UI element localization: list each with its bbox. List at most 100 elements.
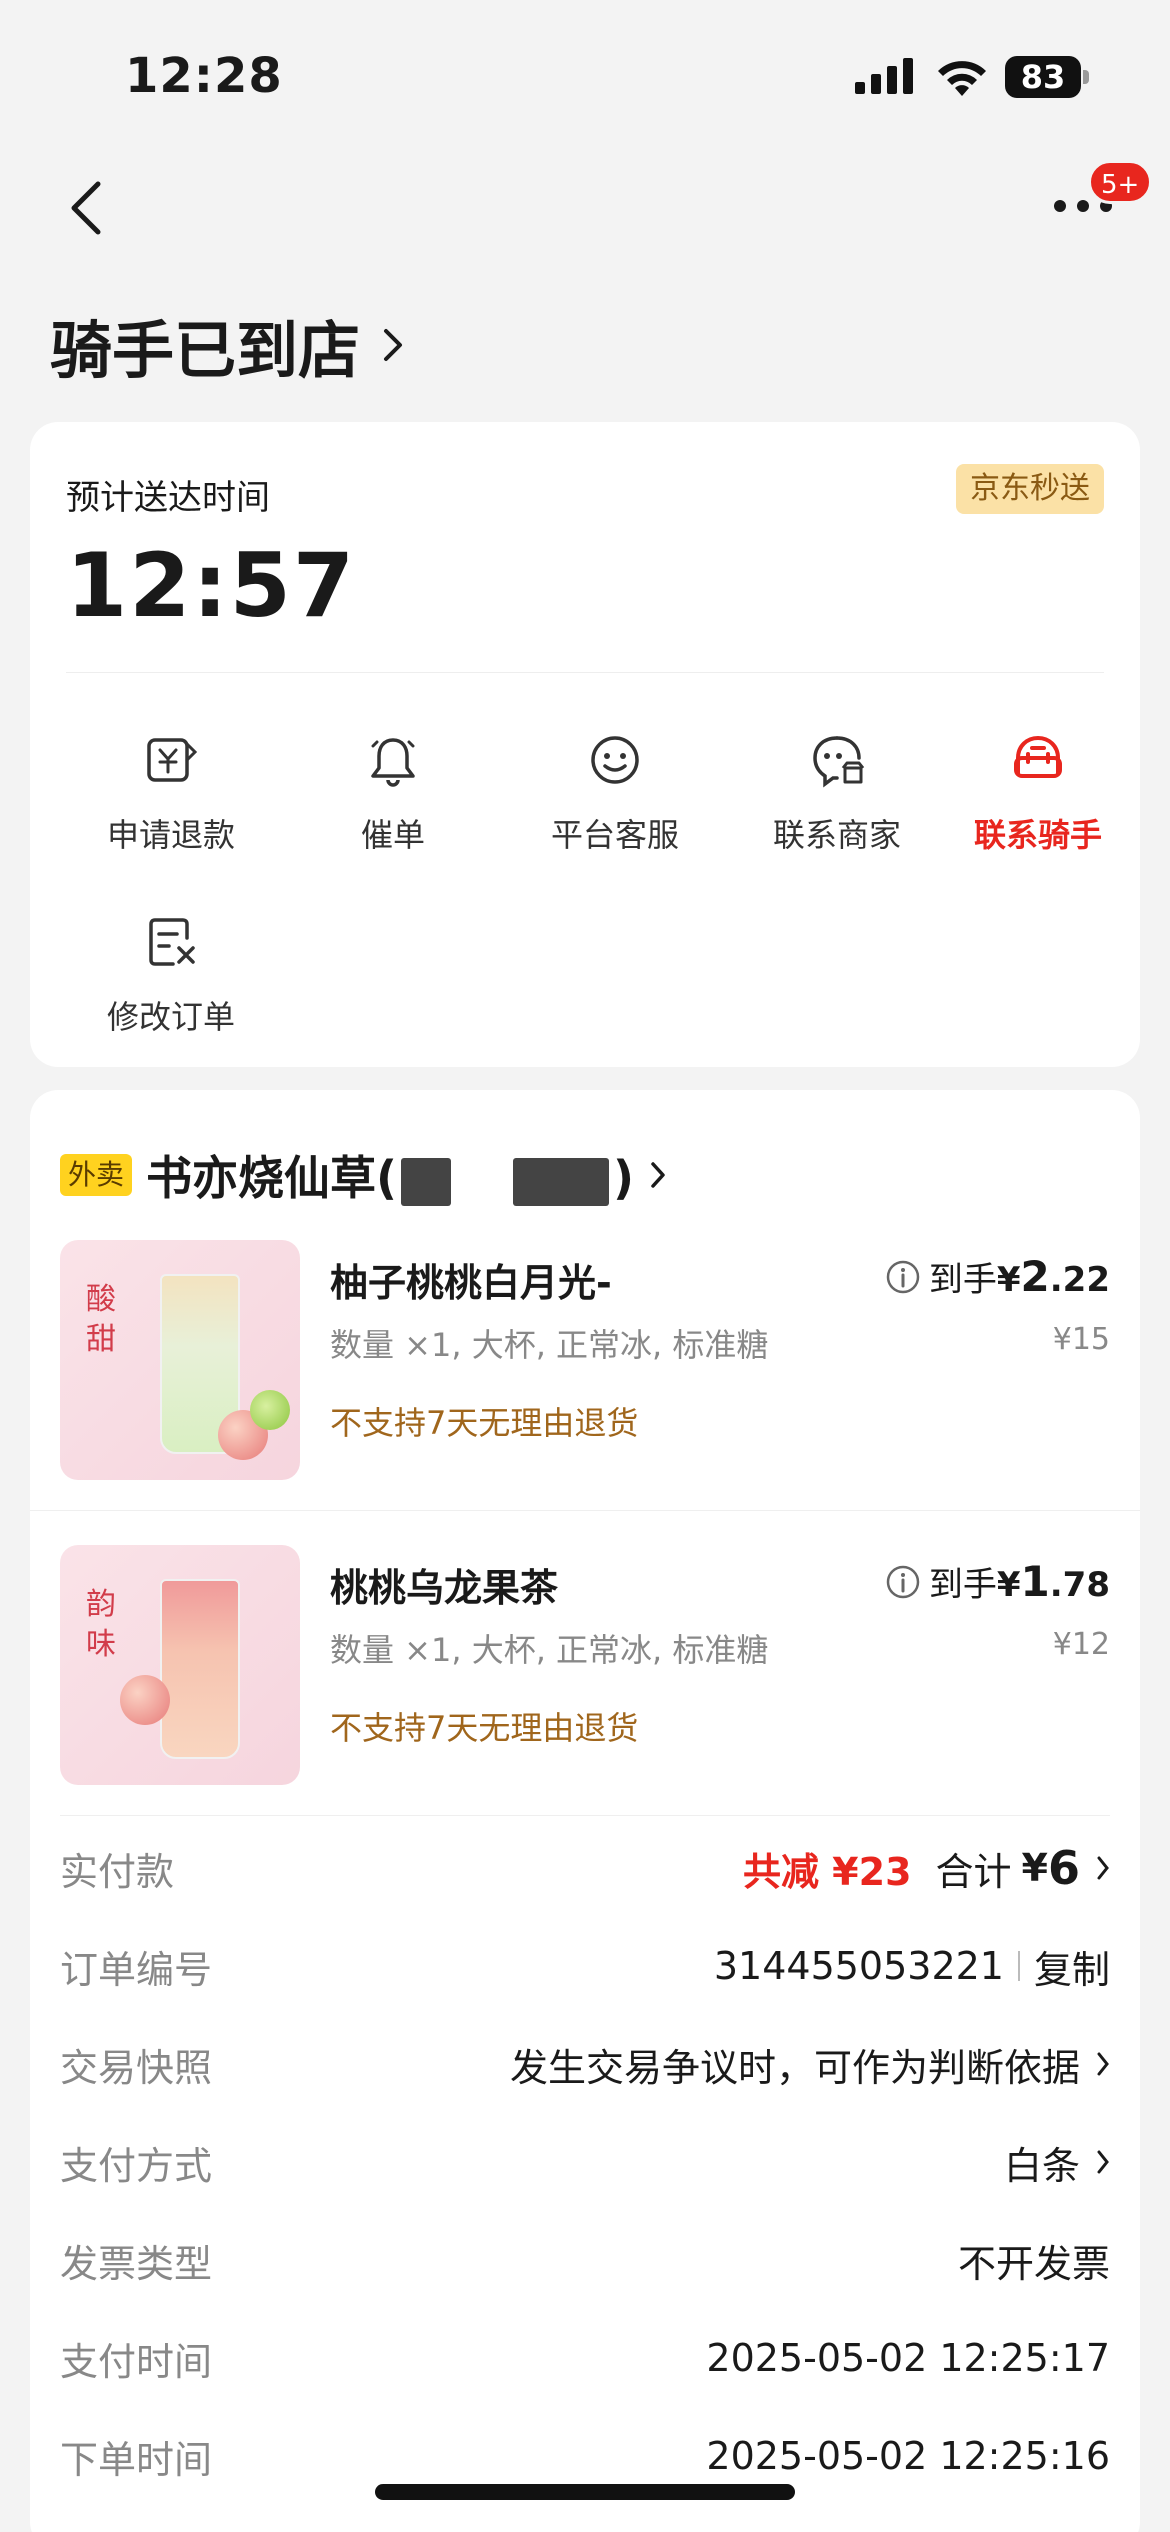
payment-time-label: 支付时间 <box>60 2339 213 2384</box>
item-return-note: 不支持7天无理由退货 <box>330 1709 639 1747</box>
order-card: 外卖 书亦烧仙草() 酸甜 柚子桃桃白月光- 数量 ×1, 大杯, 正常冰, 标… <box>30 1090 1140 2532</box>
info-icon[interactable] <box>885 1564 921 1600</box>
chevron-right-icon <box>1097 2052 1109 2076</box>
cellular-signal-icon <box>855 58 913 94</box>
item-name: 桃桃乌龙果茶 <box>330 1566 559 1610</box>
payment-method-row[interactable]: 支付方式 白条 <box>60 2132 1110 2192</box>
platform-service-label: 平台客服 <box>550 816 679 854</box>
bell-icon <box>371 738 415 787</box>
eta-time: 12:57 <box>66 534 357 637</box>
paid-amount-row[interactable]: 实付款 共减 ¥23 合计 ¥ 6 <box>60 1838 1110 1898</box>
eta-label: 预计送达时间 <box>66 478 270 518</box>
delivery-service-tag: 京东秒送 <box>956 464 1104 514</box>
payment-method-value: 白条 <box>1003 2143 1080 2188</box>
price-symbol: ¥ <box>996 1260 1021 1300</box>
order-status-title: 骑手已到店 <box>50 314 361 387</box>
customer-service-icon <box>591 736 639 784</box>
urge-order-button[interactable]: 催单 <box>282 732 504 856</box>
payment-time-row: 支付时间 2025-05-02 12:25:17 <box>60 2328 1110 2388</box>
total-symbol: ¥ <box>1021 1846 1048 1890</box>
item-name: 柚子桃桃白月光- <box>330 1261 612 1305</box>
merchant-chat-icon <box>813 736 865 788</box>
chevron-right-icon <box>651 1162 665 1188</box>
original-price: ¥15 <box>1052 1322 1110 1357</box>
order-number-value-group: 314455053221 复制 <box>714 1939 1110 1994</box>
wifi-icon <box>938 61 986 96</box>
price-decimal: .78 <box>1049 1565 1110 1605</box>
contact-rider-label: 联系骑手 <box>973 816 1102 854</box>
divider <box>1017 1951 1020 1981</box>
shop-name: 书亦烧仙草() <box>146 1142 634 1208</box>
shop-header[interactable]: 外卖 书亦烧仙草() <box>60 1142 666 1208</box>
item-spec: 数量 ×1, 大杯, 正常冰, 标准糖 <box>330 1631 769 1669</box>
chevron-right-icon <box>384 329 403 361</box>
product-image: 韵味 <box>60 1545 300 1785</box>
info-icon[interactable] <box>885 1259 921 1295</box>
invoice-label: 发票类型 <box>60 2241 213 2286</box>
notification-badge: 5+ <box>1088 160 1153 204</box>
price-symbol: ¥ <box>996 1565 1021 1605</box>
payment-method-label: 支付方式 <box>60 2143 213 2188</box>
price-integer: 1 <box>1020 1557 1050 1606</box>
discount-amount: 共减 ¥23 <box>742 1849 912 1894</box>
snapshot-value-group: 发生交易争议时，可作为判断依据 <box>510 2037 1110 2092</box>
refund-button[interactable]: 申请退款 <box>60 732 282 856</box>
item-final-price: 到手 ¥ 2 .22 <box>885 1252 1110 1301</box>
divider <box>30 1510 1140 1511</box>
chevron-right-icon <box>1097 2150 1109 2174</box>
snapshot-label: 交易快照 <box>60 2045 213 2090</box>
status-bar: 12:28 83 <box>0 0 1170 140</box>
invoice-row: 发票类型 不开发票 <box>60 2230 1110 2290</box>
page-title[interactable]: 骑手已到店 <box>50 300 404 390</box>
invoice-value: 不开发票 <box>957 2241 1110 2286</box>
order-number-label: 订单编号 <box>60 1947 213 1992</box>
order-item[interactable]: 酸甜 柚子桃桃白月光- 数量 ×1, 大杯, 正常冰, 标准糖 不支持7天无理由… <box>60 1240 1110 1480</box>
item-final-price: 到手 ¥ 1 .78 <box>885 1557 1110 1606</box>
edit-order-label: 修改订单 <box>106 998 235 1036</box>
order-time-value: 2025-05-02 12:25:16 <box>706 2434 1110 2478</box>
total-label: 合计 <box>935 1849 1012 1894</box>
payment-time-value: 2025-05-02 12:25:17 <box>706 2336 1110 2380</box>
contact-merchant-button[interactable]: 联系商家 <box>726 732 948 856</box>
product-image-caption: 韵味 <box>86 1587 116 1662</box>
home-indicator[interactable] <box>375 2484 795 2500</box>
product-image-caption: 酸甜 <box>86 1282 116 1357</box>
item-spec: 数量 ×1, 大杯, 正常冰, 标准糖 <box>330 1326 769 1364</box>
snapshot-row[interactable]: 交易快照 发生交易争议时，可作为判断依据 <box>60 2034 1110 2094</box>
contact-merchant-label: 联系商家 <box>772 816 901 854</box>
rider-icon <box>1014 735 1062 778</box>
product-image: 酸甜 <box>60 1240 300 1480</box>
takeaway-tag: 外卖 <box>60 1154 133 1196</box>
copy-button[interactable]: 复制 <box>1034 1939 1110 1994</box>
shop-name-suffix: ) <box>613 1151 635 1205</box>
order-number-row: 订单编号 314455053221 复制 <box>60 1936 1110 1996</box>
shop-name-prefix: 书亦烧仙草( <box>146 1151 398 1205</box>
battery-level: 83 <box>1005 56 1081 98</box>
back-arrow-icon[interactable] <box>62 178 112 238</box>
paid-value: 共减 ¥23 合计 ¥ 6 <box>743 1841 1110 1896</box>
eta-card: 预计送达时间 京东秒送 12:57 申请退款 催单 平台客服 联系商家 联系骑手… <box>30 422 1140 1067</box>
snapshot-value: 发生交易争议时，可作为判断依据 <box>509 2045 1080 2090</box>
redaction-block <box>513 1157 610 1206</box>
paid-label: 实付款 <box>60 1849 175 1894</box>
contact-rider-button[interactable]: 联系骑手 <box>948 732 1128 856</box>
order-time-label: 下单时间 <box>60 2437 213 2482</box>
edit-order-button[interactable]: 修改订单 <box>60 914 282 1038</box>
redaction-block <box>401 1157 452 1206</box>
divider <box>60 1815 1110 1816</box>
order-item[interactable]: 韵味 桃桃乌龙果茶 数量 ×1, 大杯, 正常冰, 标准糖 不支持7天无理由退货… <box>60 1545 1110 1785</box>
divider <box>66 672 1104 673</box>
status-time: 12:28 <box>125 48 283 104</box>
total-value: 6 <box>1047 1841 1080 1895</box>
original-price: ¥12 <box>1052 1627 1110 1662</box>
edit-order-icon <box>149 918 195 966</box>
item-return-note: 不支持7天无理由退货 <box>330 1404 639 1442</box>
battery-icon: 83 <box>1005 56 1089 98</box>
order-number: 314455053221 <box>713 1944 1004 1988</box>
price-decimal: .22 <box>1049 1260 1110 1300</box>
platform-service-button[interactable]: 平台客服 <box>504 732 726 856</box>
chevron-right-icon <box>1097 1856 1109 1880</box>
refund-icon <box>147 738 198 782</box>
urge-order-label: 催单 <box>360 816 425 854</box>
payment-method-value-group: 白条 <box>1004 2135 1110 2190</box>
